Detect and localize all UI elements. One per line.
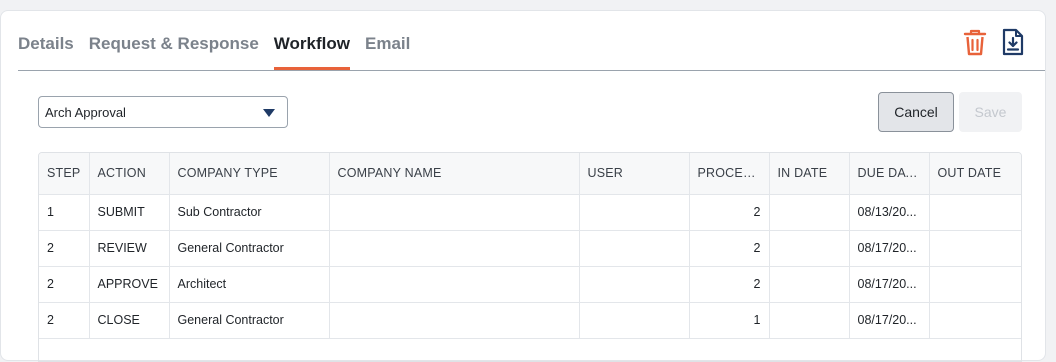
tab-email[interactable]: Email <box>365 34 410 71</box>
save-button[interactable]: Save <box>959 92 1022 132</box>
workflow-panel: Details Request & Response Workflow Emai… <box>0 10 1046 362</box>
cell-process: 2 <box>689 230 770 267</box>
cell-due-date: 08/17/20... <box>849 266 930 303</box>
column-header-company-type[interactable]: COMPANY TYPE <box>169 153 330 195</box>
cell-company-type: Architect <box>169 266 330 303</box>
cell-step: 1 <box>39 194 90 231</box>
tab-bar: Details Request & Response Workflow Emai… <box>18 11 425 71</box>
table-header-row: STEP ACTION COMPANY TYPE COMPANY NAME US… <box>39 153 1021 195</box>
table-row[interactable]: 2 CLOSE General Contractor 1 08/17/20... <box>39 302 1021 339</box>
workflow-select-value: Arch Approval <box>45 105 126 120</box>
cell-action: CLOSE <box>89 302 170 339</box>
cell-in-date <box>769 230 850 267</box>
cell-company-type: General Contractor <box>169 302 330 339</box>
cell-company-name <box>329 266 580 303</box>
cell-step: 2 <box>39 302 90 339</box>
column-header-process[interactable]: PROCES... <box>689 153 770 195</box>
column-header-in-date[interactable]: IN DATE <box>769 153 850 195</box>
column-header-user[interactable]: USER <box>579 153 690 195</box>
cell-process: 2 <box>689 266 770 303</box>
cell-out-date <box>929 266 1021 303</box>
cell-step: 2 <box>39 266 90 303</box>
tab-request-response[interactable]: Request & Response <box>89 34 259 71</box>
cell-action: SUBMIT <box>89 194 170 231</box>
cell-process: 2 <box>689 194 770 231</box>
cell-company-name <box>329 302 580 339</box>
cell-user <box>579 266 690 303</box>
cell-company-name <box>329 194 580 231</box>
cell-out-date <box>929 194 1021 231</box>
caret-down-icon <box>263 109 275 117</box>
cell-user <box>579 194 690 231</box>
cell-step: 2 <box>39 230 90 267</box>
table-row[interactable]: 2 REVIEW General Contractor 2 08/17/20..… <box>39 230 1021 267</box>
column-header-action[interactable]: ACTION <box>89 153 170 195</box>
workflow-table: STEP ACTION COMPANY TYPE COMPANY NAME US… <box>38 152 1022 362</box>
download-file-icon[interactable] <box>999 27 1027 57</box>
trash-icon[interactable] <box>961 27 989 57</box>
cell-process: 1 <box>689 302 770 339</box>
cell-company-type: Sub Contractor <box>169 194 330 231</box>
column-header-due-date[interactable]: DUE DATE <box>849 153 930 195</box>
cell-action: APPROVE <box>89 266 170 303</box>
table-row[interactable]: 2 APPROVE Architect 2 08/17/20... <box>39 266 1021 303</box>
tab-divider <box>18 70 1045 71</box>
tab-details[interactable]: Details <box>18 34 74 71</box>
column-header-out-date[interactable]: OUT DATE <box>929 153 1021 195</box>
cancel-button[interactable]: Cancel <box>878 92 954 132</box>
tab-workflow[interactable]: Workflow <box>273 34 351 71</box>
column-header-step[interactable]: STEP <box>39 153 90 195</box>
cell-in-date <box>769 266 850 303</box>
cell-due-date: 08/17/20... <box>849 302 930 339</box>
cell-action: REVIEW <box>89 230 170 267</box>
cell-in-date <box>769 194 850 231</box>
workflow-select[interactable]: Arch Approval <box>38 96 288 128</box>
cell-out-date <box>929 230 1021 267</box>
cell-user <box>579 230 690 267</box>
cell-out-date <box>929 302 1021 339</box>
cell-company-type: General Contractor <box>169 230 330 267</box>
cell-user <box>579 302 690 339</box>
table-row[interactable]: 1 SUBMIT Sub Contractor 2 08/13/20... <box>39 194 1021 231</box>
cell-due-date: 08/17/20... <box>849 230 930 267</box>
column-header-company-name[interactable]: COMPANY NAME <box>329 153 580 195</box>
cell-in-date <box>769 302 850 339</box>
cell-company-name <box>329 230 580 267</box>
cell-due-date: 08/13/20... <box>849 194 930 231</box>
